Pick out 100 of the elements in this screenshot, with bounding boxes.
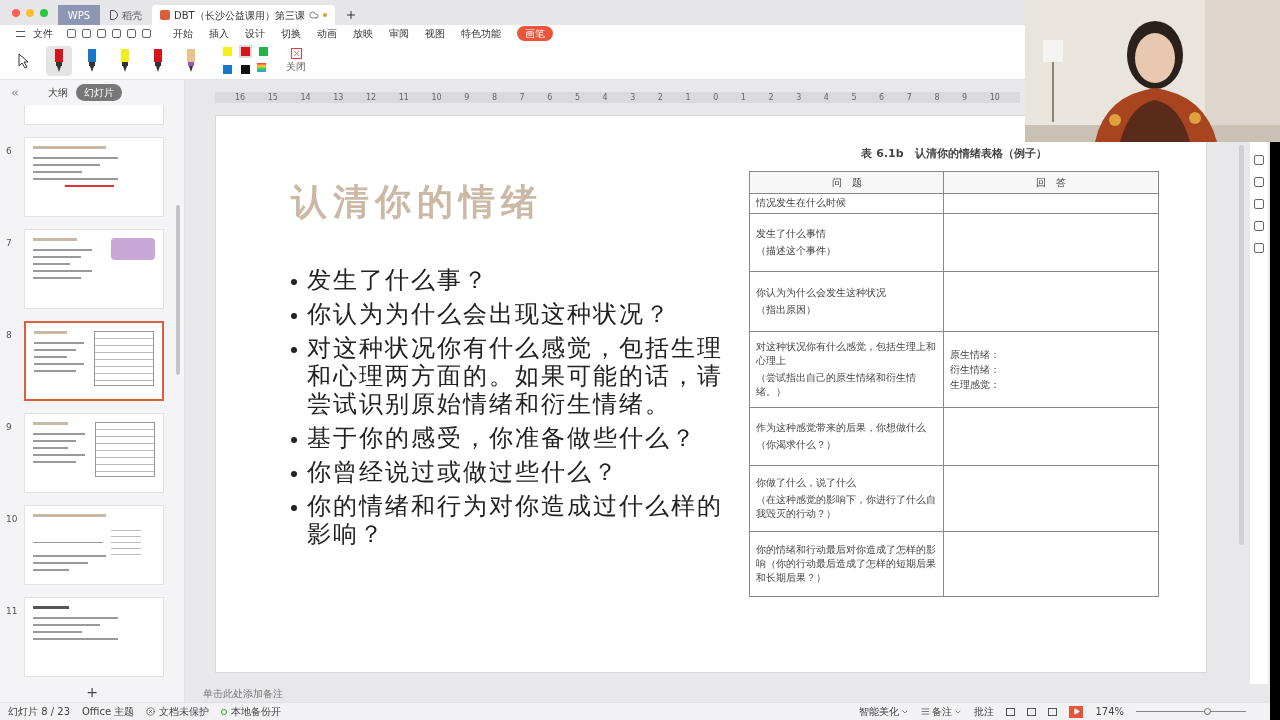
slide-number: 8 xyxy=(6,330,12,340)
menu-tab[interactable]: 画笔 xyxy=(517,26,553,41)
panel-tab[interactable]: 幻灯片 xyxy=(76,84,122,101)
close-icon xyxy=(290,47,302,59)
table-cell-text: （描述这个事件） xyxy=(756,243,837,258)
bullet-text: 对这种状况你有什么感觉，包括生理和心理两方面的。如果可能的话，请尝试识别原始情绪和衍生情绪。 xyxy=(307,334,724,418)
slide-number: 9 xyxy=(6,422,12,432)
table-cell: （在这种感觉的影响下，你进行了什么自我毁灭的行动？） xyxy=(756,492,937,521)
menu-tab[interactable]: 切换 xyxy=(281,26,301,41)
beautify-button[interactable]: 智能美化 xyxy=(859,704,900,719)
unprotected-icon xyxy=(146,707,156,716)
ruler-number: 12 xyxy=(366,92,377,103)
ruler-number: 1 xyxy=(740,92,746,103)
column-header: 回 答 xyxy=(1035,175,1067,190)
bullet-text: 你的情绪和行为对你造成过什么样的影响？ xyxy=(307,492,724,548)
table-cell: 对这种状况你有什么感觉，包括生理上和心理上 xyxy=(756,339,937,368)
ruler-number: 1 xyxy=(685,92,691,103)
table-cell-text: 作为这种感觉带来的后果，你想做什么 xyxy=(756,420,927,435)
notes-icon xyxy=(921,707,931,716)
add-slide-button[interactable]: + xyxy=(0,682,184,702)
ruler-number: 3 xyxy=(630,92,636,103)
slide-number: 10 xyxy=(6,514,18,524)
presentation-icon xyxy=(160,10,170,20)
play-button[interactable] xyxy=(1069,705,1084,718)
pointer-icon[interactable] xyxy=(18,52,30,69)
ruler-number: 0 xyxy=(713,92,719,103)
menu-tab[interactable]: 设计 xyxy=(245,26,265,41)
ruler-number: 8 xyxy=(934,92,940,103)
menu-tab[interactable]: 动画 xyxy=(317,26,337,41)
slide-number: 11 xyxy=(6,606,18,616)
menu-tab[interactable]: 审阅 xyxy=(389,26,409,41)
bullet-text: 你认为为什么会出现这种状况？ xyxy=(307,300,672,328)
ruler-number: 13 xyxy=(333,92,344,103)
table-cell-text: （指出原因） xyxy=(756,302,817,317)
bullet-icon xyxy=(291,437,297,443)
comments-button[interactable]: 批注 xyxy=(974,704,995,719)
ruler-number: 9 xyxy=(464,92,470,103)
table-cell-text: 生理感觉： xyxy=(950,377,1001,392)
slider-thumb[interactable] xyxy=(1204,708,1212,715)
more-colors-icon[interactable] xyxy=(257,63,266,72)
slide-title: 认清你的情绪 xyxy=(291,179,544,224)
new-tab-icon[interactable] xyxy=(344,9,357,21)
ruler-number: 7 xyxy=(906,92,912,103)
close-button[interactable]: 关闭 xyxy=(286,47,306,74)
table-cell-text: 情况发生在什么时候 xyxy=(756,196,847,210)
slide-number: 6 xyxy=(6,146,12,156)
ruler-number: 6 xyxy=(547,92,553,103)
zoom-level: 174% xyxy=(1095,705,1124,719)
backup-status[interactable]: 本地备份开 xyxy=(221,704,281,719)
notes-button[interactable]: 备注 xyxy=(932,704,953,719)
ruler-number: 10 xyxy=(431,92,442,103)
ruler-number: 10 xyxy=(989,92,1000,103)
ruler-number: 16 xyxy=(235,92,246,103)
bullet-text: 你曾经说过或做过些什么？ xyxy=(307,458,620,486)
theme-label: Office 主题 xyxy=(82,705,135,719)
table-cell-text: （你渴求什么？） xyxy=(756,437,837,452)
window-tab[interactable]: 稻壳 xyxy=(102,5,150,25)
protection-status[interactable]: 文档未保护 xyxy=(159,704,210,719)
menu-tab[interactable]: 开始 xyxy=(173,26,193,41)
ruler-number: 8 xyxy=(491,92,497,103)
table-cell-text: 你做了什么，说了什么 xyxy=(756,475,857,490)
menu-tab[interactable]: 放映 xyxy=(353,26,373,41)
slide-thumbnail[interactable] xyxy=(23,321,164,401)
file-menu[interactable]: 文件 xyxy=(33,26,53,41)
table-cell-text: （尝试指出自己的原生情绪和衍生情绪。） xyxy=(756,370,917,399)
ruler-number: 5 xyxy=(851,92,857,103)
ruler-number: 7 xyxy=(519,92,525,103)
menu-tab[interactable]: 特色功能 xyxy=(461,26,501,41)
bullet-icon xyxy=(291,279,297,285)
ruler-number: 3 xyxy=(796,92,802,103)
ruler-number: 15 xyxy=(267,92,278,103)
table-cell-text: 发生了什么事情 xyxy=(756,226,827,241)
close-window-button[interactable] xyxy=(12,8,20,17)
bullet-text: 基于你的感受，你准备做些什么？ xyxy=(307,424,698,452)
table-cell-text: 衍生情绪： xyxy=(950,362,1001,377)
ruler-number: 11 xyxy=(398,92,409,103)
slide-counter: 幻灯片 8 / 23 xyxy=(8,705,70,719)
bullet-icon xyxy=(291,505,297,511)
menu-icon[interactable] xyxy=(16,30,25,37)
menu-tab[interactable]: 视图 xyxy=(425,26,445,41)
bullet-icon xyxy=(291,313,297,319)
pen-tool[interactable] xyxy=(46,45,72,76)
bullet-text: 发生了什么事？ xyxy=(307,266,490,294)
bullet-icon xyxy=(291,471,297,477)
notes-placeholder[interactable]: 单击此处添加备注 xyxy=(203,685,283,701)
ruler-number: 4 xyxy=(602,92,608,103)
window-tab[interactable]: DBT（长沙公益课用）第三课 xyxy=(152,5,335,25)
panel-tab[interactable]: 大纲 xyxy=(48,85,68,100)
menu-tab[interactable]: 插入 xyxy=(209,26,229,41)
ruler-number: 2 xyxy=(768,92,774,103)
bullet-icon xyxy=(291,347,297,353)
table-cell-text: 原生情绪： xyxy=(950,347,1001,362)
ruler-number: 5 xyxy=(574,92,580,103)
cloud-icon xyxy=(308,10,319,20)
table-caption: 表 6.1b 认清你的情绪表格（例子） xyxy=(861,146,1047,162)
ruler-number: 14 xyxy=(300,92,311,103)
ruler-number: 2 xyxy=(657,92,663,103)
ruler-number: 4 xyxy=(823,92,829,103)
play-icon xyxy=(1072,708,1080,715)
slide-number: 7 xyxy=(6,238,12,248)
